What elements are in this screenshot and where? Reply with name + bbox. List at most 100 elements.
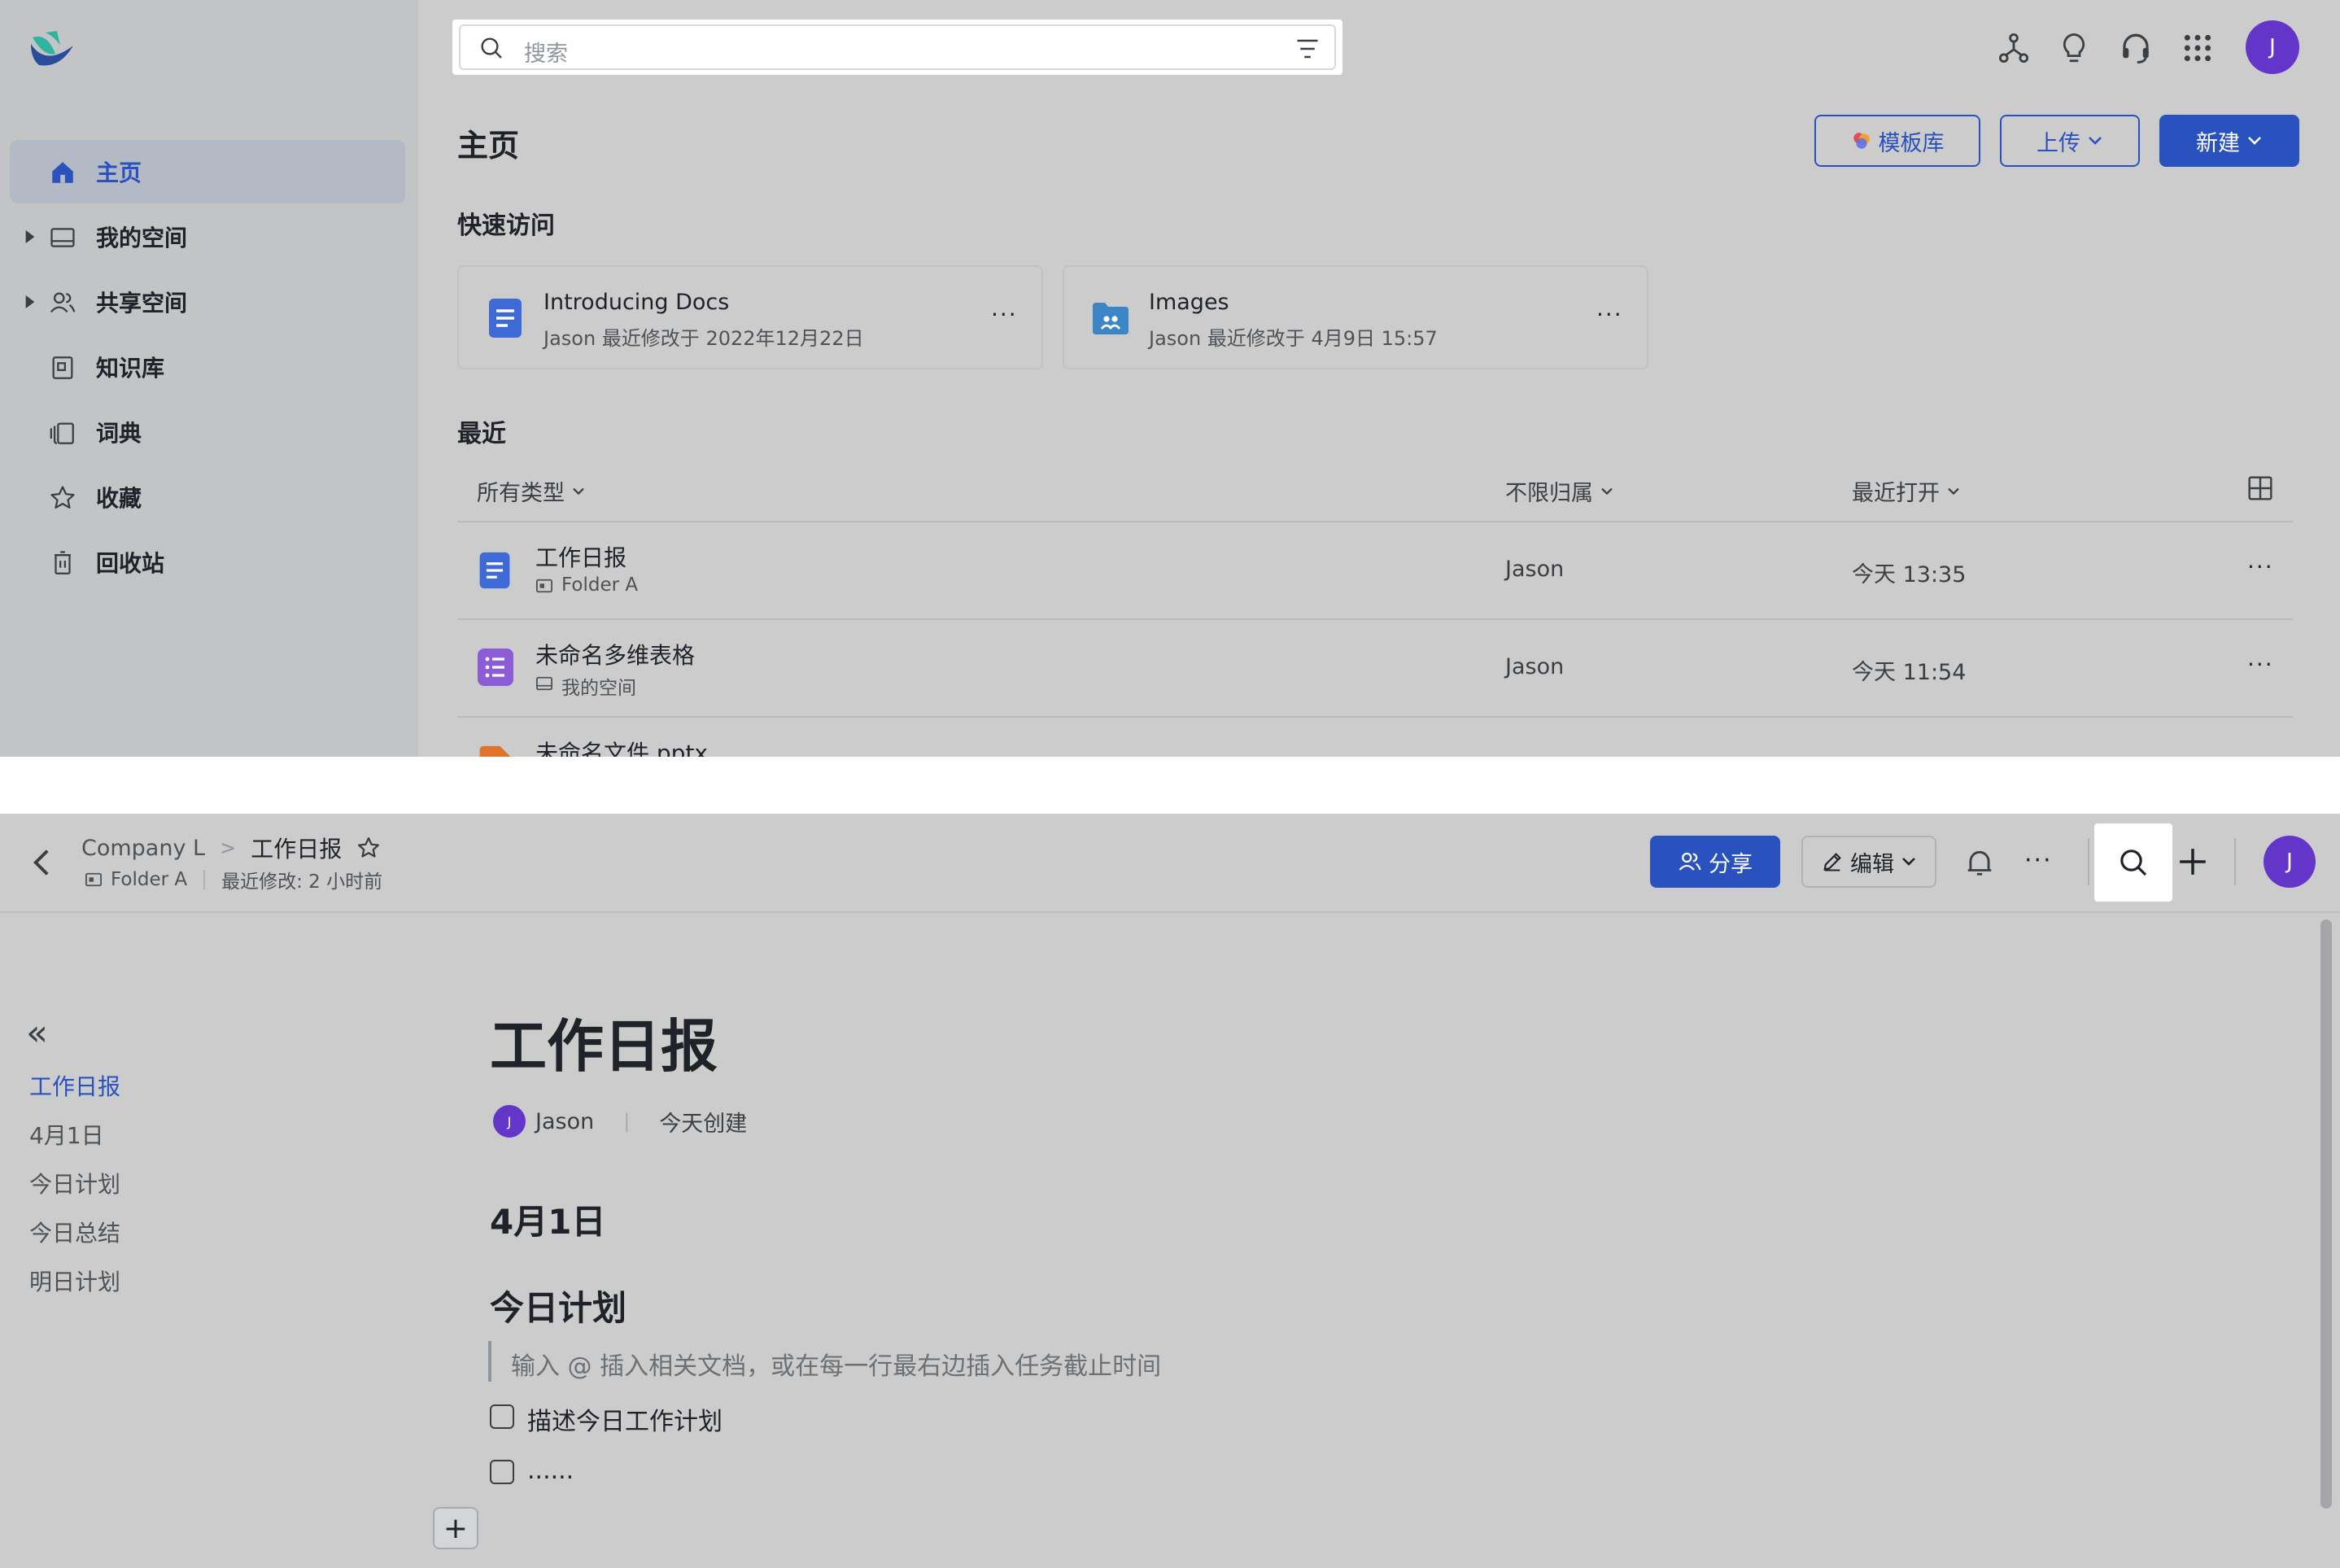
table-row[interactable]: [457, 620, 2293, 716]
toc-item[interactable]: 今日计划: [29, 1167, 120, 1199]
back-arrow-icon[interactable]: [31, 848, 52, 877]
folder-icon: [49, 224, 76, 251]
trash-icon: [49, 549, 76, 577]
sidebar-item-wiki[interactable]: 知识库: [10, 335, 405, 399]
avatar[interactable]: J: [2264, 836, 2316, 888]
sidebar-item-favorites[interactable]: 收藏: [10, 465, 405, 529]
toc-item[interactable]: 今日总结: [29, 1216, 120, 1248]
template-library-label: 模板库: [1878, 130, 1945, 156]
doc-topbar: Company L > 工作日报 Folder A 最近修改: 2 小时前 分享…: [0, 814, 2340, 913]
sidebar: 主页 我的空间 共享空间 知识库 词典 收藏 回收站: [0, 0, 418, 757]
share-button[interactable]: 分享: [1650, 836, 1780, 888]
pencil-icon: [1821, 850, 1844, 873]
author-avatar[interactable]: J: [493, 1105, 526, 1138]
chevron-down-icon: [2246, 135, 2263, 146]
avatar[interactable]: J: [2246, 20, 2299, 74]
plus-icon[interactable]: [2177, 846, 2208, 877]
chevron-down-icon: [571, 487, 586, 496]
row-owner: Jason: [1505, 654, 1565, 679]
task-text[interactable]: ......: [527, 1457, 574, 1485]
toolbar-divider: [2234, 838, 2236, 885]
doc-folder[interactable]: Folder A: [111, 869, 187, 890]
chevron-down-icon: [2087, 135, 2103, 146]
toolbar-divider: [2088, 838, 2089, 885]
add-block-button[interactable]: +: [433, 1507, 478, 1549]
sidebar-item-home[interactable]: 主页: [10, 140, 405, 203]
chevron-down-icon: [1946, 487, 1961, 496]
doc-modified: 最近修改: 2 小时前: [221, 871, 383, 893]
filter-icon[interactable]: [1295, 37, 1320, 60]
users-icon: [49, 289, 76, 317]
edit-mode-dropdown[interactable]: 编辑: [1801, 836, 1936, 888]
more-options-button[interactable]: ···: [991, 301, 1018, 328]
more-options-button[interactable]: ···: [1596, 301, 1623, 328]
scrollbar[interactable]: [2320, 919, 2332, 1509]
task-checkbox[interactable]: [490, 1460, 514, 1484]
more-options-button[interactable]: ···: [2247, 651, 2274, 678]
sidebar-item-label: 共享空间: [96, 290, 188, 317]
edit-label: 编辑: [1850, 851, 1894, 877]
row-location: 我的空间: [561, 678, 636, 699]
search-button[interactable]: [2094, 823, 2172, 902]
breadcrumb-space[interactable]: Company L: [81, 836, 205, 861]
home-page-panel: 主页 我的空间 共享空间 知识库 词典 收藏 回收站 搜索 J 主页 模板库 上…: [0, 0, 2340, 757]
caret-right-icon[interactable]: [24, 230, 36, 243]
star-icon: [49, 484, 76, 512]
quick-access-card[interactable]: Images Jason 最近修改于 4月9日 15:57 ···: [1063, 265, 1648, 369]
doc-icon: [488, 298, 522, 338]
grid-view-icon[interactable]: [2247, 475, 2273, 501]
more-options-button[interactable]: ···: [2247, 553, 2274, 580]
search-input[interactable]: 搜索: [459, 24, 1336, 70]
apps-grid-icon[interactable]: [2182, 33, 2213, 63]
row-title[interactable]: 未命名文件.pptx: [535, 736, 708, 757]
home-icon: [49, 159, 76, 186]
row-title[interactable]: 工作日报: [535, 540, 626, 573]
task-text[interactable]: 描述今日工作计划: [527, 1401, 723, 1437]
new-button[interactable]: 新建: [2159, 115, 2299, 167]
network-icon[interactable]: [1997, 31, 2031, 65]
sidebar-item-label: 主页: [96, 159, 142, 186]
sort-dropdown[interactable]: 最近打开: [1852, 475, 1961, 507]
heading-1[interactable]: 4月1日: [490, 1195, 605, 1244]
headset-icon[interactable]: [2119, 31, 2153, 65]
quick-access-title: Introducing Docs: [544, 290, 730, 315]
owner-filter-label: 不限归属: [1505, 481, 1593, 506]
toc-item[interactable]: 明日计划: [29, 1264, 120, 1297]
sidebar-item-label: 知识库: [96, 355, 165, 382]
table-row[interactable]: [457, 522, 2293, 618]
collapse-toc-button[interactable]: «: [26, 1015, 48, 1051]
row-title[interactable]: 未命名多维表格: [535, 638, 695, 670]
ppt-icon: [478, 745, 511, 757]
document-page-panel: Company L > 工作日报 Folder A 最近修改: 2 小时前 分享…: [0, 814, 2340, 1568]
chevron-down-icon: [1600, 487, 1614, 496]
quick-access-subtitle: Jason 最近修改于 2022年12月22日: [544, 327, 864, 350]
toc-item[interactable]: 4月1日: [29, 1118, 104, 1151]
quick-access-card[interactable]: Introducing Docs Jason 最近修改于 2022年12月22日…: [457, 265, 1043, 369]
sidebar-item-dictionary[interactable]: 词典: [10, 400, 405, 464]
doc-title[interactable]: 工作日报: [490, 1001, 718, 1083]
quote-placeholder[interactable]: 输入 @ 插入相关文档，或在每一行最右边插入任务截止时间: [511, 1346, 1161, 1382]
heading-2[interactable]: 今日计划: [490, 1281, 626, 1330]
more-options-button[interactable]: ···: [2024, 846, 2053, 875]
type-filter-dropdown[interactable]: 所有类型: [477, 475, 586, 507]
app-logo: [28, 29, 76, 68]
sort-label: 最近打开: [1852, 481, 1940, 506]
chevron-down-icon: [1901, 856, 1917, 867]
lightbulb-icon[interactable]: [2057, 31, 2091, 65]
doc-meta: Folder A 最近修改: 2 小时前: [85, 866, 382, 893]
task-checkbox[interactable]: [490, 1404, 514, 1429]
sidebar-item-shared-space[interactable]: 共享空间: [10, 270, 405, 334]
star-icon[interactable]: [356, 836, 381, 860]
users-icon: [1678, 850, 1702, 874]
author-name[interactable]: Jason: [535, 1109, 594, 1134]
upload-button[interactable]: 上传: [2000, 115, 2140, 167]
template-library-button[interactable]: 模板库: [1814, 115, 1980, 167]
bell-icon[interactable]: [1964, 846, 1995, 879]
table-divider: [457, 716, 2293, 718]
breadcrumb-title[interactable]: 工作日报: [251, 832, 342, 864]
sidebar-item-trash[interactable]: 回收站: [10, 531, 405, 594]
owner-filter-dropdown[interactable]: 不限归属: [1505, 475, 1614, 507]
toc-item[interactable]: 工作日报: [29, 1069, 120, 1102]
caret-right-icon[interactable]: [24, 295, 36, 308]
sidebar-item-my-space[interactable]: 我的空间: [10, 205, 405, 269]
